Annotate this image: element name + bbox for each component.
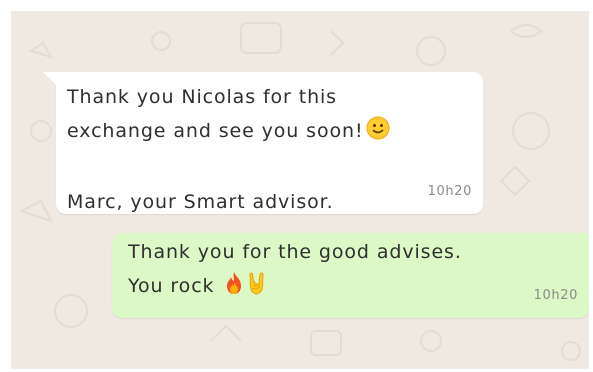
- incoming-bubble-tail: [43, 72, 57, 86]
- outgoing-message: Thank you for the good advises. You rock…: [112, 233, 589, 318]
- slightly-smiling-face-icon: [366, 116, 390, 151]
- sign-of-the-horns-icon: [247, 271, 267, 306]
- incoming-message: Thank you Nicolas for this exchange and …: [43, 72, 483, 214]
- message-line: Thank you Nicolas for this: [67, 86, 337, 108]
- message-line: Thank you for the good advises.: [128, 241, 462, 263]
- outgoing-bubble-tail: [588, 233, 589, 247]
- message-line: Marc, your Smart advisor.: [67, 191, 334, 213]
- message-line: exchange and see you soon!: [67, 114, 473, 151]
- message-timestamp: 10h20: [427, 184, 472, 199]
- chat-area: Thank you Nicolas for this exchange and …: [11, 11, 589, 369]
- message-line: You rock: [128, 269, 579, 306]
- fire-icon: [223, 271, 245, 306]
- message-timestamp: 10h20: [533, 288, 578, 303]
